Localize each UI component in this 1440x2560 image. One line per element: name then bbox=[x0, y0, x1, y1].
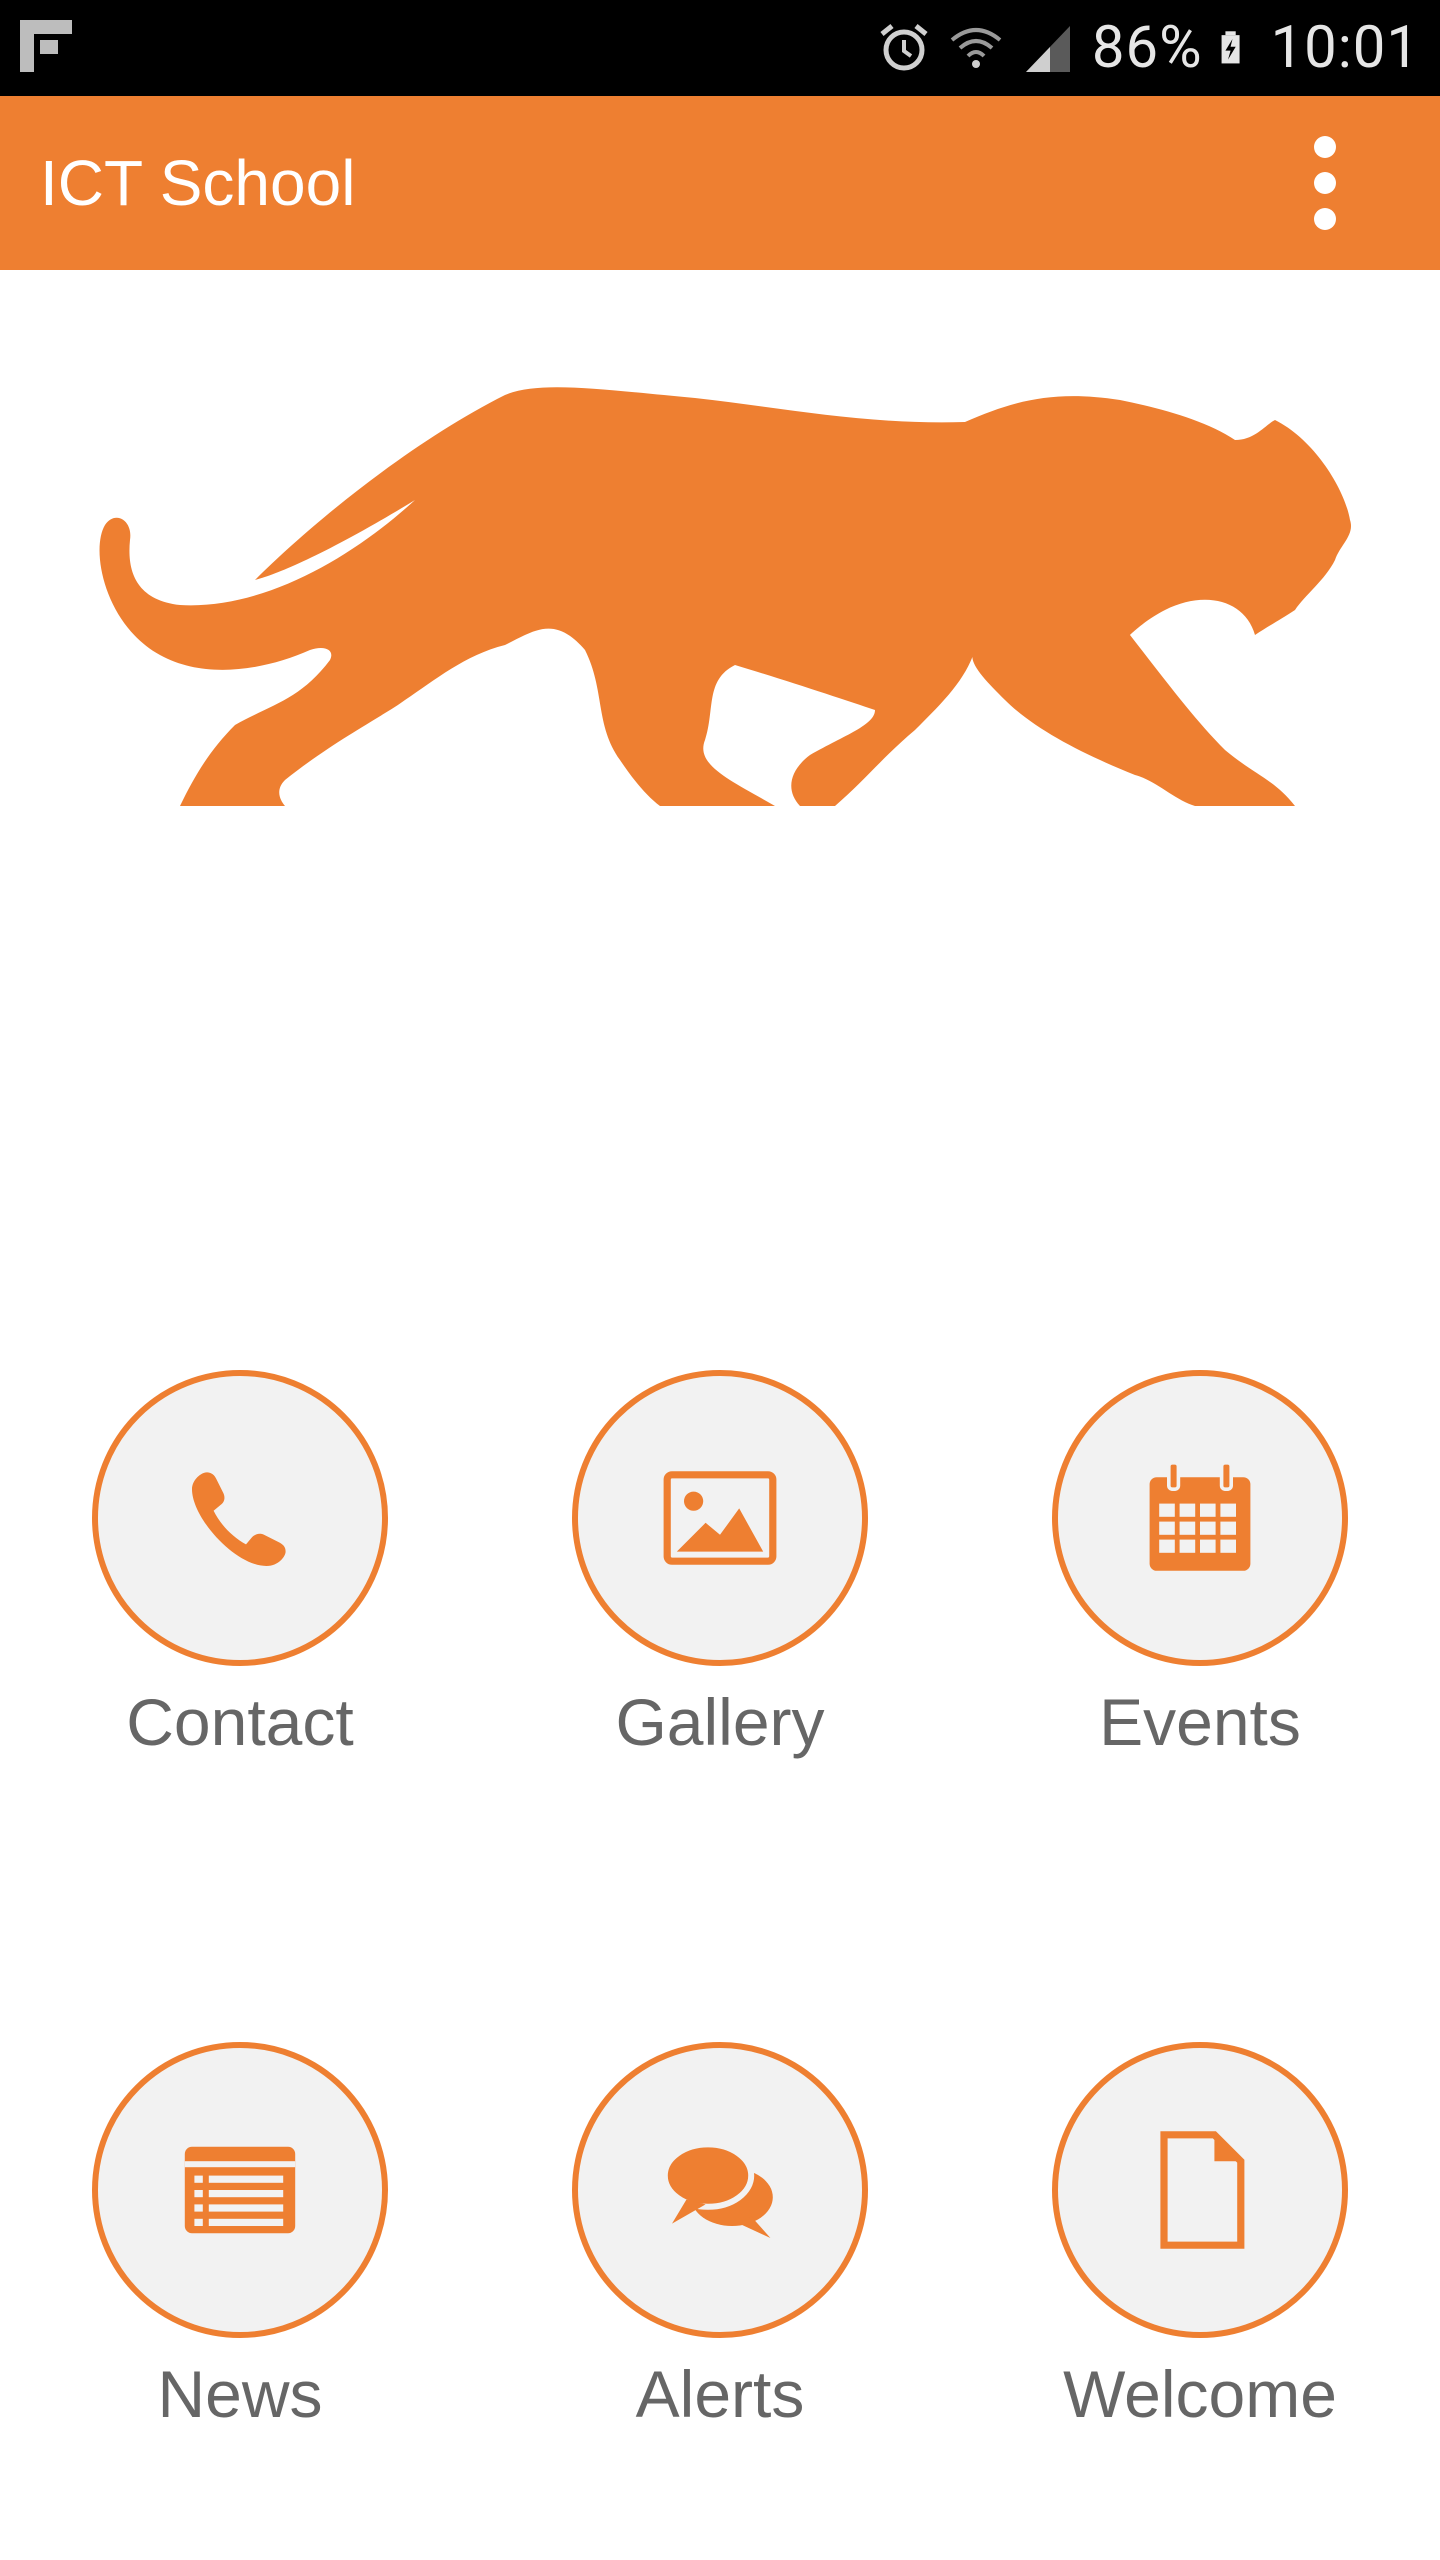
tile-welcome-circle[interactable] bbox=[1052, 2042, 1348, 2338]
tile-events-label: Events bbox=[1099, 1685, 1301, 1759]
calendar-icon bbox=[1149, 1461, 1251, 1571]
newspaper-icon bbox=[184, 2146, 296, 2234]
battery-percentage: 86% bbox=[1091, 14, 1203, 82]
tile-gallery[interactable]: Gallery bbox=[520, 1370, 920, 1810]
tile-alerts[interactable]: Alerts bbox=[520, 2042, 920, 2482]
app-bar: ICT School bbox=[0, 96, 1440, 270]
tile-alerts-circle[interactable] bbox=[572, 2042, 868, 2338]
more-vert-icon-dot bbox=[1314, 172, 1336, 194]
tile-welcome-label: Welcome bbox=[1063, 2357, 1337, 2431]
tile-events-circle[interactable] bbox=[1052, 1370, 1348, 1666]
tile-news[interactable]: News bbox=[40, 2042, 440, 2482]
school-logo-panther bbox=[99, 387, 1352, 806]
image-icon bbox=[663, 1471, 777, 1565]
chat-bubbles-icon bbox=[661, 2141, 773, 2238]
tile-news-label: News bbox=[157, 2357, 323, 2431]
alarm-icon bbox=[880, 24, 928, 71]
battery-charging-icon bbox=[1221, 31, 1240, 64]
signal-icon bbox=[1025, 26, 1070, 72]
overflow-menu-button[interactable] bbox=[1300, 126, 1350, 240]
phone-icon bbox=[192, 1472, 286, 1566]
more-vert-icon-dot bbox=[1314, 208, 1336, 230]
tile-news-circle[interactable] bbox=[92, 2042, 388, 2338]
notification-app-icon bbox=[20, 20, 72, 72]
tile-welcome[interactable]: Welcome bbox=[1000, 2042, 1400, 2482]
tile-gallery-circle[interactable] bbox=[572, 1370, 868, 1666]
status-bar: 86% 10:01 bbox=[0, 0, 1440, 96]
document-icon bbox=[1160, 2131, 1245, 2249]
tile-contact-label: Contact bbox=[126, 1685, 354, 1759]
tile-alerts-label: Alerts bbox=[635, 2357, 805, 2431]
tile-contact[interactable]: Contact bbox=[40, 1370, 440, 1810]
more-vert-icon bbox=[1314, 136, 1336, 158]
tile-gallery-label: Gallery bbox=[615, 1685, 825, 1759]
clock-time: 10:01 bbox=[1270, 14, 1420, 82]
tile-contact-circle[interactable] bbox=[92, 1370, 388, 1666]
wifi-icon bbox=[950, 28, 1002, 68]
tile-events[interactable]: Events bbox=[1000, 1370, 1400, 1810]
app-title: ICT School bbox=[40, 147, 356, 219]
